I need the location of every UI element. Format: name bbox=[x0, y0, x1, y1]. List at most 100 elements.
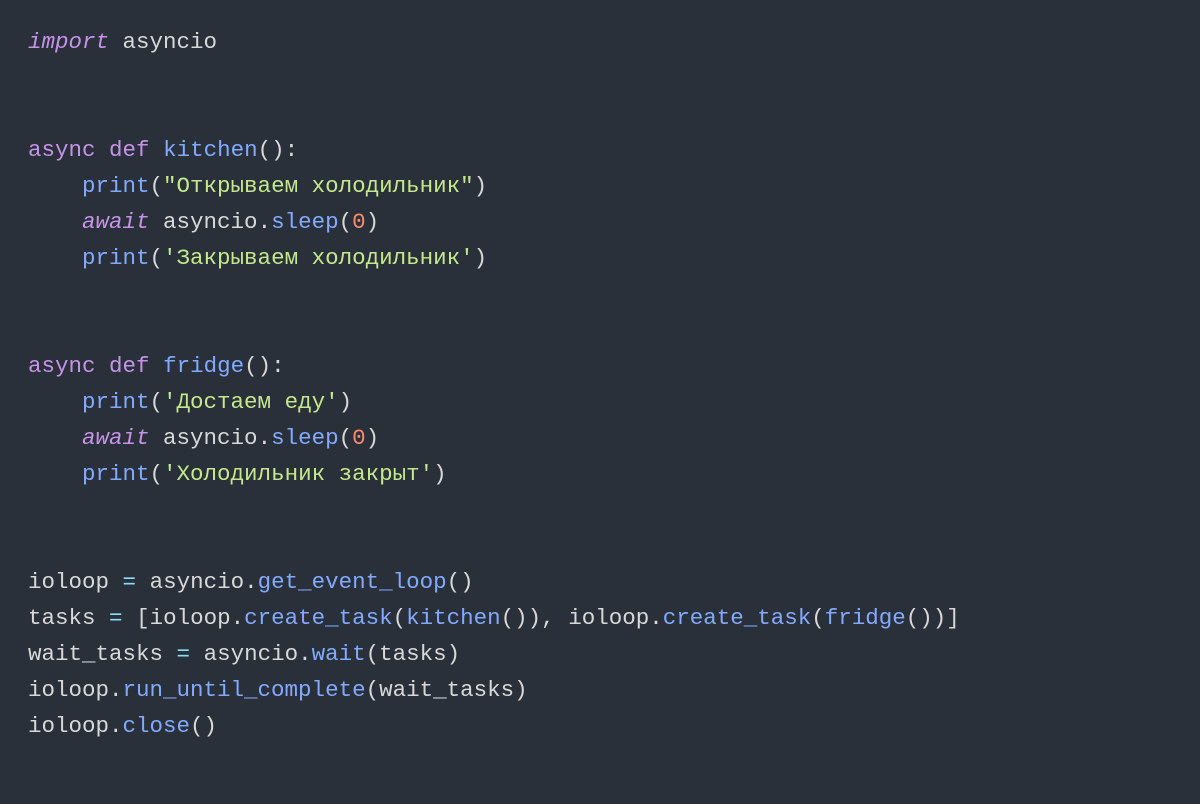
token-punc: ( bbox=[366, 641, 380, 667]
token-mod: asyncio bbox=[204, 641, 299, 667]
token-punc bbox=[136, 569, 150, 595]
code-line[interactable] bbox=[28, 60, 1172, 96]
code-line[interactable]: ioloop.run_until_complete(wait_tasks) bbox=[28, 672, 1172, 708]
token-punc: () bbox=[447, 569, 474, 595]
code-line[interactable]: print('Закрываем холодильник') bbox=[28, 240, 1172, 276]
token-punc: . bbox=[649, 605, 663, 631]
token-punc: . bbox=[109, 677, 123, 703]
token-punc bbox=[109, 569, 123, 595]
token-punc: ) bbox=[514, 677, 528, 703]
token-punc: (): bbox=[244, 353, 285, 379]
token-punc bbox=[150, 353, 164, 379]
token-fndef: kitchen bbox=[163, 137, 258, 163]
token-punc: . bbox=[258, 425, 272, 451]
token-str: 'Холодильник закрыт' bbox=[163, 461, 433, 487]
token-fndef: fridge bbox=[163, 353, 244, 379]
token-call: run_until_complete bbox=[123, 677, 366, 703]
token-var: wait_tasks bbox=[379, 677, 514, 703]
token-punc bbox=[163, 641, 177, 667]
token-punc bbox=[109, 29, 123, 55]
token-num: 0 bbox=[352, 425, 366, 451]
token-punc bbox=[150, 209, 164, 235]
code-line[interactable] bbox=[28, 492, 1172, 528]
token-call: create_task bbox=[663, 605, 812, 631]
token-punc bbox=[123, 605, 137, 631]
token-call: print bbox=[82, 389, 150, 415]
token-punc: ) bbox=[447, 641, 461, 667]
token-punc: . bbox=[231, 605, 245, 631]
token-var: ioloop bbox=[568, 605, 649, 631]
token-punc: . bbox=[244, 569, 258, 595]
token-call: sleep bbox=[271, 425, 339, 451]
token-punc bbox=[96, 605, 110, 631]
token-await: await bbox=[82, 425, 150, 451]
code-line[interactable]: await asyncio.sleep(0) bbox=[28, 204, 1172, 240]
token-op: = bbox=[177, 641, 191, 667]
token-var: tasks bbox=[28, 605, 96, 631]
token-var: ioloop bbox=[150, 605, 231, 631]
code-line[interactable]: print('Достаем еду') bbox=[28, 384, 1172, 420]
token-punc: ( bbox=[150, 389, 164, 415]
token-kw2: import bbox=[28, 29, 109, 55]
token-mod: asyncio bbox=[123, 29, 218, 55]
token-mod: asyncio bbox=[150, 569, 245, 595]
token-punc: ( bbox=[150, 245, 164, 271]
token-punc: ) bbox=[474, 245, 488, 271]
token-var: ioloop bbox=[28, 677, 109, 703]
code-line[interactable]: print("Открываем холодильник") bbox=[28, 168, 1172, 204]
token-kw: def bbox=[109, 353, 150, 379]
code-editor-viewport[interactable]: import asyncio async def kitchen(): prin… bbox=[0, 0, 1200, 768]
token-punc: ()) bbox=[906, 605, 947, 631]
token-punc bbox=[190, 641, 204, 667]
token-var: ioloop bbox=[28, 569, 109, 595]
code-line[interactable]: await asyncio.sleep(0) bbox=[28, 420, 1172, 456]
code-line[interactable]: ioloop.close() bbox=[28, 708, 1172, 744]
token-call: sleep bbox=[271, 209, 339, 235]
token-kw: def bbox=[109, 137, 150, 163]
token-str: 'Достаем еду' bbox=[163, 389, 339, 415]
token-punc: ( bbox=[366, 677, 380, 703]
code-line[interactable]: import asyncio bbox=[28, 24, 1172, 60]
token-num: 0 bbox=[352, 209, 366, 235]
code-line[interactable] bbox=[28, 312, 1172, 348]
code-line[interactable]: print('Холодильник закрыт') bbox=[28, 456, 1172, 492]
code-line[interactable]: async def fridge(): bbox=[28, 348, 1172, 384]
token-mod: asyncio bbox=[163, 425, 258, 451]
token-call: print bbox=[82, 173, 150, 199]
code-line[interactable]: async def kitchen(): bbox=[28, 132, 1172, 168]
token-call: print bbox=[82, 245, 150, 271]
token-var: tasks bbox=[379, 641, 447, 667]
token-punc: ] bbox=[946, 605, 960, 631]
token-punc: ) bbox=[433, 461, 447, 487]
token-punc: ) bbox=[366, 425, 380, 451]
token-punc: ( bbox=[150, 461, 164, 487]
code-line[interactable]: ioloop = asyncio.get_event_loop() bbox=[28, 564, 1172, 600]
token-punc: (): bbox=[258, 137, 299, 163]
token-punc: ( bbox=[150, 173, 164, 199]
token-punc: ) bbox=[474, 173, 488, 199]
token-punc bbox=[96, 353, 110, 379]
token-op: = bbox=[123, 569, 137, 595]
token-call: wait bbox=[312, 641, 366, 667]
code-line[interactable]: tasks = [ioloop.create_task(kitchen()), … bbox=[28, 600, 1172, 636]
code-line[interactable]: wait_tasks = asyncio.wait(tasks) bbox=[28, 636, 1172, 672]
token-call: kitchen bbox=[406, 605, 501, 631]
token-punc: [ bbox=[136, 605, 150, 631]
token-punc: ( bbox=[393, 605, 407, 631]
code-line[interactable] bbox=[28, 528, 1172, 564]
token-call: create_task bbox=[244, 605, 393, 631]
token-var: ioloop bbox=[28, 713, 109, 739]
token-str: "Открываем холодильник" bbox=[163, 173, 474, 199]
token-kw: async bbox=[28, 353, 96, 379]
token-punc: ) bbox=[339, 389, 353, 415]
token-punc: () bbox=[190, 713, 217, 739]
token-await: await bbox=[82, 209, 150, 235]
token-kw: async bbox=[28, 137, 96, 163]
token-punc: . bbox=[109, 713, 123, 739]
code-line[interactable] bbox=[28, 96, 1172, 132]
token-call: get_event_loop bbox=[258, 569, 447, 595]
token-str: 'Закрываем холодильник' bbox=[163, 245, 474, 271]
code-line[interactable] bbox=[28, 276, 1172, 312]
token-punc: ()), bbox=[501, 605, 569, 631]
token-op: = bbox=[109, 605, 123, 631]
